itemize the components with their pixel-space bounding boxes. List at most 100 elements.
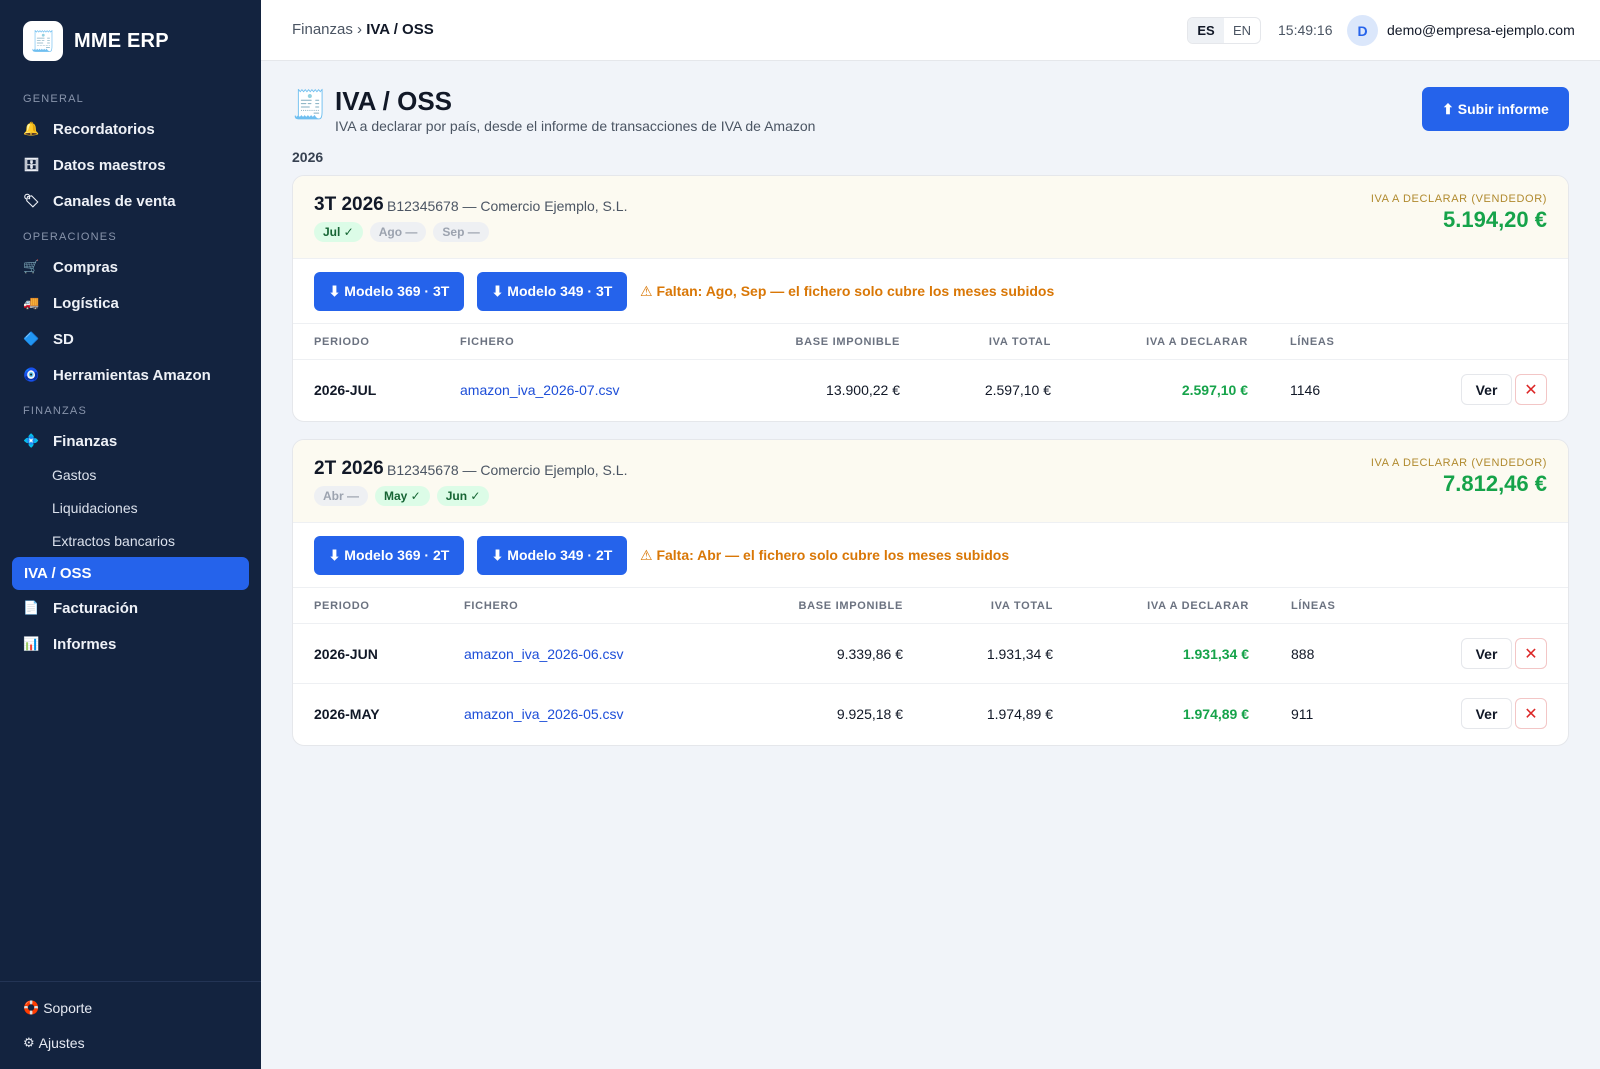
- row-iva-total: 1.931,34 €: [986, 645, 1053, 662]
- col-periodo: PERIODO: [314, 599, 370, 612]
- breadcrumb-parent[interactable]: Finanzas: [292, 21, 353, 38]
- quarter-title: 3T 2026: [314, 194, 384, 215]
- gear-icon: ⚙: [23, 1035, 35, 1050]
- upload-report-button[interactable]: ⬆ Subir informe: [1422, 87, 1569, 131]
- avatar[interactable]: D: [1347, 15, 1378, 46]
- breadcrumb-separator: ›: [357, 21, 363, 38]
- download-modelo-349-button[interactable]: ⬇ Modelo 349 · 3T: [477, 272, 627, 311]
- row-iva-declarar: 2.597,10 €: [1181, 382, 1248, 398]
- nav-section-operaciones: OPERACIONES: [23, 231, 117, 243]
- language-switch: ES EN: [1187, 17, 1261, 44]
- sidebar-subitem-gastos[interactable]: Gastos: [52, 467, 96, 483]
- topbar: Finanzas › IVA / OSS ES EN 15:49:16 D de…: [261, 0, 1600, 61]
- row-file-link[interactable]: amazon_iva_2026-07.csv: [460, 382, 620, 398]
- settings-link[interactable]: ⚙ Ajustes: [23, 1035, 85, 1051]
- sidebar-item-compras[interactable]: 🛒 Compras: [23, 255, 118, 279]
- cart-icon: 🛒: [23, 259, 40, 274]
- receipt-icon: 🧾: [23, 21, 63, 61]
- quarter-header: 2T 2026 B12345678 — Comercio Ejemplo, S.…: [293, 440, 1568, 523]
- sidebar-item-informes[interactable]: 📊 Informes: [23, 632, 116, 656]
- nav-section-general: GENERAL: [23, 93, 84, 105]
- bell-icon: 🔔: [23, 121, 40, 136]
- table-row: 2026-MAY amazon_iva_2026-05.csv 9.925,18…: [293, 684, 1568, 744]
- year-label: 2026: [292, 149, 324, 165]
- brand[interactable]: 🧾 MME ERP: [23, 21, 169, 61]
- col-fichero: FICHERO: [464, 599, 519, 612]
- col-iva-total: IVA TOTAL: [988, 335, 1051, 348]
- sidebar-item-sd[interactable]: 🔷 SD: [23, 327, 74, 351]
- row-iva-declarar: 1.974,89 €: [1182, 706, 1249, 722]
- truck-icon: 🚚: [23, 295, 40, 310]
- col-base-imponible: BASE IMPONIBLE: [798, 599, 903, 612]
- sidebar-item-facturacion[interactable]: 📄 Facturación: [23, 596, 138, 620]
- quarter-actions: ⬇ Modelo 369 · 2T ⬇ Modelo 349 · 2T ⚠ Fa…: [293, 523, 1568, 588]
- delete-icon[interactable]: ✕: [1515, 638, 1547, 669]
- view-button[interactable]: Ver: [1461, 698, 1512, 729]
- download-modelo-349-button[interactable]: ⬇ Modelo 349 · 2T: [477, 536, 627, 575]
- download-modelo-369-button[interactable]: ⬇ Modelo 369 · 2T: [314, 536, 464, 575]
- view-button[interactable]: Ver: [1461, 638, 1512, 669]
- breadcrumb-current: IVA / OSS: [366, 21, 434, 38]
- receipt-icon: 🧾: [292, 89, 327, 120]
- tools-icon: 🧿: [23, 367, 40, 382]
- month-chip-jul: Jul ✓: [314, 222, 363, 242]
- col-iva-declarar: IVA A DECLARAR: [1147, 599, 1249, 612]
- user-email[interactable]: demo@empresa-ejemplo.com: [1387, 22, 1575, 38]
- sidebar-item-canales-de-venta[interactable]: 🏷 Canales de venta: [23, 189, 176, 213]
- company-label: B12345678 — Comercio Ejemplo, S.L.: [387, 462, 628, 478]
- sidebar-item-herramientas-amazon[interactable]: 🧿 Herramientas Amazon: [23, 363, 211, 387]
- month-chip-sep: Sep —: [433, 222, 489, 242]
- col-periodo: PERIODO: [314, 335, 370, 348]
- database-icon: 🗄: [23, 157, 40, 172]
- download-modelo-369-button[interactable]: ⬇ Modelo 369 · 3T: [314, 272, 464, 311]
- missing-months-warning: ⚠ Faltan: Ago, Sep — el fichero solo cub…: [640, 283, 1055, 299]
- row-file-link[interactable]: amazon_iva_2026-06.csv: [464, 646, 624, 662]
- declare-label: IVA A DECLARAR (VENDEDOR): [1370, 193, 1547, 205]
- quarter-actions: ⬇ Modelo 369 · 3T ⬇ Modelo 349 · 3T ⚠ Fa…: [293, 259, 1568, 324]
- clock: 15:49:16: [1278, 22, 1333, 38]
- sidebar-item-recordatorios[interactable]: 🔔 Recordatorios: [23, 117, 155, 141]
- row-lineas: 911: [1291, 706, 1314, 722]
- breadcrumb: Finanzas › IVA / OSS: [292, 21, 434, 38]
- support-link[interactable]: 🛟 Soporte: [23, 1000, 92, 1016]
- month-chip-abr: Abr —: [314, 486, 368, 506]
- col-fichero: FICHERO: [460, 335, 515, 348]
- page-title: IVA / OSS: [335, 86, 453, 116]
- row-lineas: 1146: [1290, 382, 1321, 398]
- table-header: PERIODO FICHERO BASE IMPONIBLE IVA TOTAL…: [293, 324, 1568, 360]
- row-base: 9.925,18 €: [836, 706, 903, 722]
- sidebar-subitem-liquidaciones[interactable]: Liquidaciones: [52, 500, 138, 516]
- table-row: 2026-JUN amazon_iva_2026-06.csv 9.339,86…: [293, 624, 1568, 684]
- nav-section-finanzas: FINANZAS: [23, 405, 87, 417]
- col-base-imponible: BASE IMPONIBLE: [795, 335, 900, 348]
- row-lineas: 888: [1291, 645, 1315, 662]
- sidebar-footer: [0, 981, 261, 982]
- month-chips: Jul ✓ Ago — Sep —: [314, 222, 489, 242]
- view-button[interactable]: Ver: [1461, 374, 1512, 405]
- quarter-title: 2T 2026: [314, 458, 384, 479]
- document-icon: 📄: [23, 600, 40, 615]
- col-lineas: LÍNEAS: [1291, 599, 1336, 612]
- diamond-icon: 🔷: [23, 331, 40, 346]
- quarter-header: 3T 2026 B12345678 — Comercio Ejemplo, S.…: [293, 176, 1568, 259]
- lang-en-button[interactable]: EN: [1224, 18, 1260, 43]
- sidebar-item-logistica[interactable]: 🚚 Logística: [23, 291, 119, 315]
- delete-icon[interactable]: ✕: [1515, 374, 1547, 405]
- row-periodo: 2026-JUL: [314, 382, 377, 398]
- delete-icon[interactable]: ✕: [1515, 698, 1547, 729]
- sidebar-item-datos-maestros[interactable]: 🗄 Datos maestros: [23, 153, 166, 177]
- company-label: B12345678 — Comercio Ejemplo, S.L.: [387, 198, 628, 214]
- tag-icon: 🏷: [23, 193, 40, 208]
- quarter-card-3t: 3T 2026 B12345678 — Comercio Ejemplo, S.…: [292, 175, 1569, 422]
- month-chip-jun: Jun ✓: [436, 486, 490, 506]
- lang-es-button[interactable]: ES: [1188, 18, 1224, 43]
- sidebar-item-iva-oss[interactable]: IVA / OSS: [12, 557, 249, 590]
- col-iva-declarar: IVA A DECLARAR: [1146, 335, 1248, 348]
- declare-value: 5.194,20 €: [1443, 207, 1547, 232]
- row-file-link[interactable]: amazon_iva_2026-05.csv: [464, 706, 624, 722]
- row-base: 9.339,86 €: [836, 645, 903, 662]
- row-iva-declarar: 1.931,34 €: [1182, 645, 1249, 662]
- sidebar-item-finanzas[interactable]: 💠 Finanzas: [23, 429, 117, 453]
- sidebar-subitem-extractos-bancarios[interactable]: Extractos bancarios: [52, 533, 175, 549]
- finance-icon: 💠: [23, 433, 40, 448]
